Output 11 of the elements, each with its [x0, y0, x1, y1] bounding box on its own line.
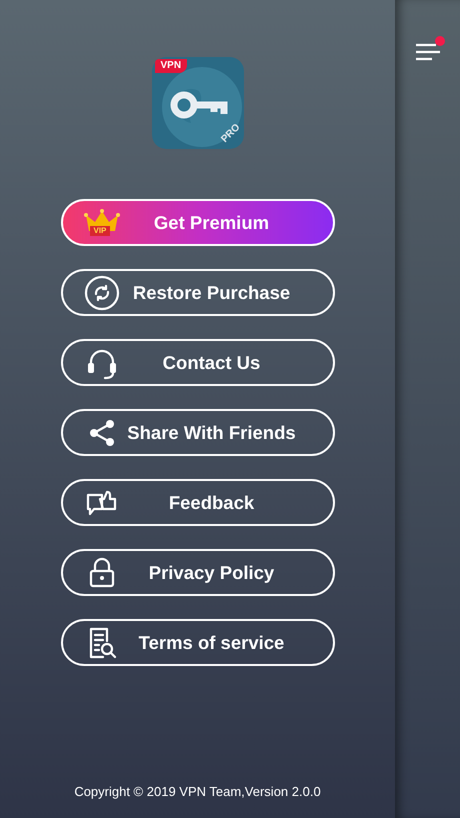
menu-button[interactable]: Terms of service [60, 619, 334, 666]
menu-button[interactable]: Privacy Policy [60, 549, 334, 596]
menu-icon [414, 42, 440, 61]
copyright-text: Copyright © 2019 VPN Team,Version 2.0.0 [74, 782, 321, 801]
menu-button[interactable]: Contact Us [60, 339, 334, 386]
refresh-icon [82, 274, 120, 312]
premium-button[interactable]: VIP Get Premium [60, 199, 334, 246]
logo-badge: VPN [154, 59, 188, 73]
menu-button[interactable]: Share With Friends [60, 409, 334, 456]
menu-button[interactable]: Feedback [60, 479, 334, 526]
menu-button[interactable]: Restore Purchase [60, 269, 334, 316]
